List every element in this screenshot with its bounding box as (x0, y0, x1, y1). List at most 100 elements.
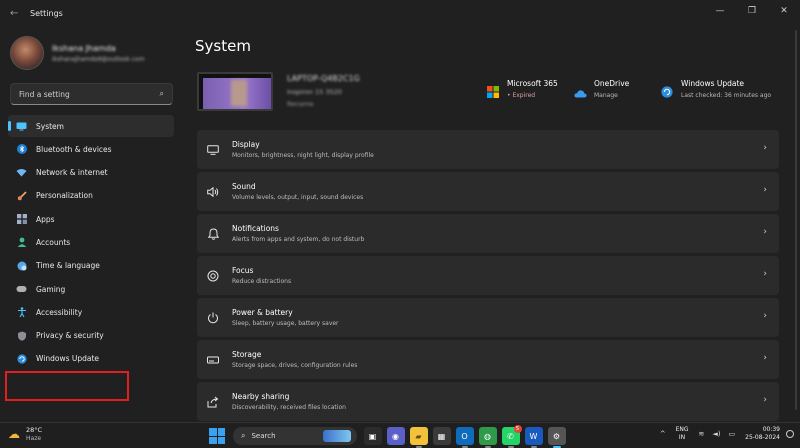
windows-start-icon[interactable] (209, 428, 225, 444)
window-title: Settings (30, 9, 63, 18)
settings-list: Display Monitors, brightness, night light… (197, 130, 779, 424)
quick-link-microsoft-365[interactable]: Microsoft 365 • Expired (487, 79, 558, 99)
settings-card-power-battery[interactable]: Power & battery Sleep, battery usage, bat… (197, 298, 779, 337)
taskview-icon[interactable]: ▣ (363, 427, 382, 445)
chevron-right-icon: › (763, 311, 767, 321)
user-profile[interactable]: Ikshana Jhamda ikshanajhamda9@outlook.co… (10, 36, 145, 70)
card-title: Power & battery (232, 308, 293, 317)
settings-card-display[interactable]: Display Monitors, brightness, night light… (197, 130, 779, 169)
sidebar-item-label: Network & internet (36, 168, 108, 178)
file-explorer-icon[interactable]: ▰ (409, 427, 428, 448)
taskbar-search-label: Search (251, 432, 276, 440)
rename-link[interactable]: Rename (287, 100, 314, 108)
store-icon[interactable]: ▦ (432, 427, 451, 445)
card-title: Sound (232, 182, 256, 191)
meet-icon[interactable]: ◉ (386, 427, 405, 445)
sidebar-item-bluetooth-devices[interactable]: Bluetooth & devices (8, 138, 174, 160)
battery-icon[interactable]: ▭ (729, 430, 736, 438)
chevron-right-icon: › (763, 395, 767, 405)
sidebar-item-network-internet[interactable]: Network & internet (8, 162, 174, 184)
app-glyph: ▣ (368, 431, 377, 441)
sidebar-item-label: Time & language (36, 261, 100, 271)
minimize-icon[interactable]: — (704, 0, 736, 22)
clock[interactable]: 00:39 25-08-2024 (745, 426, 780, 442)
search-input[interactable] (19, 89, 160, 99)
focus-icon (206, 270, 220, 282)
back-arrow-icon[interactable]: ← (10, 8, 18, 19)
microsoft-365-icon (487, 83, 499, 98)
language-code: ENG (675, 426, 689, 433)
quick-link-windows-update[interactable]: Windows Update Last checked: 36 minutes … (661, 79, 771, 99)
app-glyph: W (529, 431, 538, 441)
apps-icon (16, 214, 27, 225)
sidebar-item-gaming[interactable]: Gaming (8, 278, 174, 300)
weather-temperature: 28°C (26, 426, 43, 434)
clock-time: 00:39 (762, 426, 780, 433)
sidebar-item-apps[interactable]: Apps (8, 208, 174, 230)
page-title: System (195, 37, 251, 55)
monitor-icon (16, 121, 27, 132)
share-icon (206, 396, 220, 408)
globe-clock-icon (16, 260, 27, 271)
update-icon (16, 353, 27, 364)
sidebar-item-accounts[interactable]: Accounts (8, 231, 174, 253)
maximize-icon[interactable]: ❐ (736, 0, 768, 22)
card-subtitle: Reduce distractions (232, 278, 292, 285)
taskbar-search[interactable]: ⌕ Search (233, 427, 357, 445)
sidebar-item-windows-update[interactable]: Windows Update (8, 348, 174, 370)
word-icon[interactable]: W (524, 427, 543, 448)
whatsapp-icon[interactable]: ✆ 5 (501, 425, 522, 448)
weather-widget[interactable]: ☁ 28°C Haze (8, 426, 42, 442)
shield-icon (16, 330, 27, 341)
settings-card-nearby-sharing[interactable]: Nearby sharing Discoverability, received … (197, 382, 779, 421)
weather-condition: Haze (26, 435, 42, 442)
wifi-icon[interactable]: ≋ (699, 430, 705, 438)
app-glyph: ✆ (507, 431, 514, 441)
onedrive-icon (574, 83, 587, 98)
sidebar-item-privacy-security[interactable]: Privacy & security (8, 325, 174, 347)
card-title: Focus (232, 266, 254, 275)
sidebar-item-label: Personalization (36, 191, 93, 201)
settings-card-notifications[interactable]: Notifications Alerts from apps and system… (197, 214, 779, 253)
language-indicator[interactable]: ENG IN (676, 426, 689, 442)
quick-link-onedrive[interactable]: OneDrive Manage (574, 79, 629, 99)
quick-link-subtitle: Manage (594, 92, 618, 99)
notification-center-icon[interactable] (786, 430, 794, 438)
sidebar-item-system[interactable]: System (8, 115, 174, 137)
quick-link-title: Microsoft 365 (507, 79, 558, 88)
region-code: IN (678, 434, 686, 441)
notification-badge: 5 (513, 425, 522, 433)
sidebar-item-time-language[interactable]: Time & language (8, 255, 174, 277)
sidebar-item-label: Bluetooth & devices (36, 144, 112, 154)
app-glyph: ◍ (484, 431, 491, 441)
search-box[interactable]: ⌕ (10, 83, 173, 105)
device-thumbnail (197, 72, 273, 111)
chevron-right-icon: › (763, 143, 767, 153)
settings-card-storage[interactable]: Storage Storage space, drives, configurat… (197, 340, 779, 379)
scrollbar[interactable] (795, 30, 797, 410)
search-icon[interactable]: ⌕ (160, 89, 164, 99)
storage-icon (206, 356, 220, 364)
brush-icon (16, 190, 27, 201)
windows-update-highlight-box (5, 371, 129, 401)
chevron-up-icon[interactable]: ^ (660, 430, 666, 438)
settings-window: ← Settings — ❐ ✕ Ikshana Jhamda ikshanaj… (0, 0, 800, 422)
app-glyph: ◉ (392, 431, 399, 441)
sidebar-item-label: Windows Update (36, 354, 100, 364)
nav-list: System Bluetooth & devices Network & int… (8, 115, 174, 371)
settings-card-focus[interactable]: Focus Reduce distractions › (197, 256, 779, 295)
close-icon[interactable]: ✕ (768, 0, 800, 22)
title-bar: ← Settings — ❐ ✕ (0, 0, 800, 28)
sidebar-item-personalization[interactable]: Personalization (8, 185, 174, 207)
settings-app-icon[interactable]: ⚙ (547, 427, 566, 448)
card-title: Storage (232, 350, 262, 359)
chevron-right-icon: › (763, 353, 767, 363)
chrome-icon[interactable]: ◍ (478, 427, 497, 448)
volume-icon[interactable]: ◄) (712, 430, 720, 438)
speaker-icon (206, 186, 220, 197)
sidebar-item-accessibility[interactable]: Accessibility (8, 301, 174, 323)
outlook-icon[interactable]: O (455, 427, 474, 448)
settings-card-sound[interactable]: Sound Volume levels, output, input, sound… (197, 172, 779, 211)
sidebar-item-label: System (36, 121, 64, 131)
card-title: Notifications (232, 224, 279, 233)
